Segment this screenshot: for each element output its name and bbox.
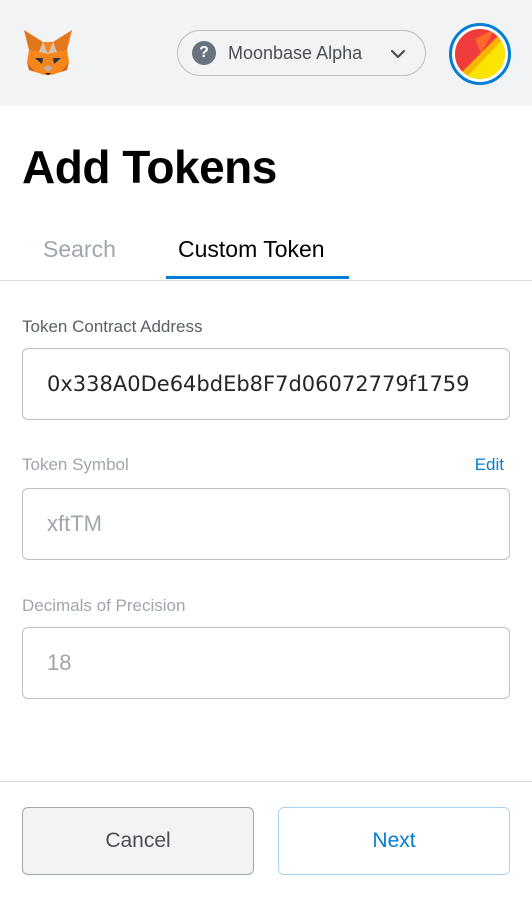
app-header: ? Moonbase Alpha: [0, 0, 532, 106]
tab-custom-token[interactable]: Custom Token: [178, 236, 325, 263]
cancel-button[interactable]: Cancel: [22, 807, 254, 875]
decimals-label: Decimals of Precision: [22, 596, 186, 615]
edit-symbol-link[interactable]: Edit: [475, 455, 504, 475]
contract-address-label: Token Contract Address: [22, 317, 203, 336]
network-label: Moonbase Alpha: [228, 43, 363, 63]
next-button[interactable]: Next: [278, 807, 510, 875]
decimals-input[interactable]: 18: [22, 627, 510, 699]
token-symbol-label: Token Symbol: [22, 455, 129, 474]
tab-bar: Search Custom Token: [0, 224, 532, 281]
page-title: Add Tokens: [22, 141, 277, 193]
token-symbol-input[interactable]: xftTM: [22, 488, 510, 560]
network-selector[interactable]: ? Moonbase Alpha: [177, 30, 426, 76]
footer-divider: [0, 781, 532, 782]
contract-address-input[interactable]: 0x338A0De64bdEb8F7d06072779f1759: [22, 348, 510, 420]
question-circle-icon: ?: [192, 41, 216, 65]
tab-search[interactable]: Search: [43, 236, 116, 263]
active-tab-indicator: [166, 276, 349, 279]
metamask-fox-icon[interactable]: [21, 28, 75, 78]
chevron-down-icon: [390, 49, 406, 59]
account-identicon[interactable]: [449, 23, 511, 85]
